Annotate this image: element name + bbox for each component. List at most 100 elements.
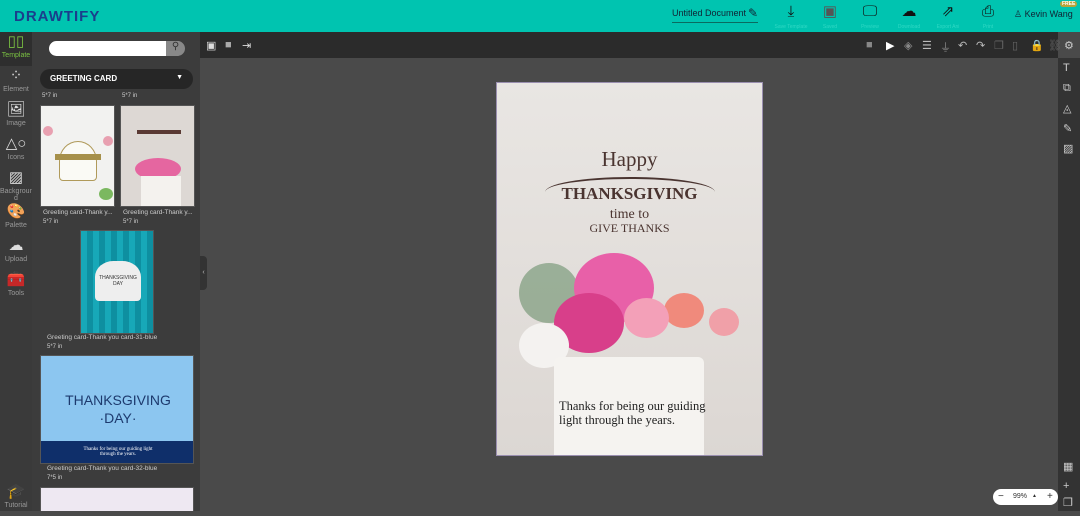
grid-icon[interactable]: ▦	[1063, 460, 1073, 473]
document-title: Untitled Document	[672, 8, 747, 18]
zoom-in-button[interactable]: +	[1047, 491, 1053, 502]
rail-tools[interactable]: 🧰 Tools	[0, 270, 32, 304]
template-size: 5*7 in	[42, 93, 58, 99]
rail-label: Palette	[5, 222, 27, 229]
fill-tool-icon[interactable]: ◬	[1063, 102, 1071, 115]
template-thumbnail[interactable]	[120, 105, 195, 207]
rail-label: Tutorial	[4, 502, 28, 509]
rail-label: Tools	[7, 290, 25, 297]
canvas-toolbar: ▣ ■ ⇥ ■ ▶ ◈ ☰ ⏚ ↶ ↷ ❐ ▯ 🔒 ⛓ ⚙	[200, 32, 1074, 58]
template-panel: ⚲ GREETING CARD ▼ 5*7 in 5*7 in Greeting …	[32, 32, 200, 511]
card-thanksgiving-text[interactable]: THANKSGIVING	[497, 184, 762, 204]
image-tool-icon[interactable]: ▨	[1063, 142, 1073, 155]
shapes-tool-icon[interactable]: ⧉	[1063, 82, 1071, 95]
redo-icon[interactable]: ↷	[976, 39, 985, 52]
design-canvas[interactable]: Happy THANKSGIVING time to GIVE THANKS T…	[496, 82, 763, 456]
lock-icon[interactable]: 🔒	[1030, 39, 1044, 52]
thumb-title: THANKSGIVING	[65, 392, 171, 408]
user-name: Kevin Wang	[1024, 9, 1073, 19]
thumb-sub: ·DAY·	[99, 410, 137, 426]
play-icon[interactable]: ▶	[886, 39, 894, 52]
category-dropdown[interactable]: GREETING CARD ▼	[40, 69, 193, 89]
pencil-icon[interactable]: ✎	[748, 6, 758, 20]
image-icon: 🖼	[6, 101, 26, 118]
pages-icon[interactable]: ❐	[1063, 496, 1073, 509]
collapse-panel-handle[interactable]: ‹	[200, 256, 207, 290]
category-label: GREETING CARD	[50, 74, 118, 83]
upload-icon: ☁	[8, 237, 24, 254]
user-menu[interactable]: ♙ Kevin Wang	[1014, 9, 1073, 20]
search-input[interactable]	[49, 41, 184, 56]
rail-label: Upload	[4, 256, 28, 263]
template-size: 5*7 in	[43, 219, 59, 225]
delete-icon[interactable]: ▯	[1012, 39, 1018, 52]
group-icon[interactable]: ⏚	[940, 39, 951, 55]
template-thumbnail[interactable]: THANKSGIVING DAY	[80, 230, 154, 334]
pen-tool-icon[interactable]: ✎	[1063, 122, 1072, 135]
thumb-message: Thanks for being our guiding light throu…	[41, 441, 193, 463]
text-tool-icon[interactable]: T	[1063, 62, 1070, 74]
palette-icon: 🎨	[6, 203, 26, 220]
card-happy-text[interactable]: Happy	[497, 147, 762, 172]
background-color-icon[interactable]: ■	[225, 39, 232, 51]
template-thumbnail[interactable]: THANKSGIVING ·DAY· Thanks for being our …	[40, 355, 194, 464]
card-message-line: Thanks for being our guiding	[559, 399, 706, 413]
zoom-value[interactable]: 99%	[1013, 493, 1027, 500]
print-button[interactable]: ⎙ Print	[963, 3, 1013, 31]
template-caption: Greeting card-Thank you card-31-blue	[47, 334, 158, 341]
background-icon: ▨	[8, 169, 24, 186]
thumb-sub: DAY	[113, 281, 123, 287]
rail-upload[interactable]: ☁ Upload	[0, 236, 32, 270]
tools-icon: 🧰	[6, 271, 26, 288]
template-caption: Greeting card-Thank y...	[123, 209, 193, 216]
right-rail: T ⧉ ◬ ✎ ▨ ▦ + ❐	[1058, 58, 1080, 511]
rail-background[interactable]: ▨ Backgroun d	[0, 168, 33, 202]
layers-icon[interactable]: ◈	[904, 39, 912, 52]
zoom-control: − 99% ▲ +	[993, 489, 1058, 505]
link-icon[interactable]: ⛓	[1048, 39, 1062, 52]
rail-label: Icons	[7, 154, 25, 161]
free-badge: FREE	[1060, 1, 1078, 7]
video-icon[interactable]: ■	[866, 39, 873, 51]
top-bar: DRAWTIFY Untitled Document ✎ ⤓ Save Templa…	[0, 0, 1080, 32]
template-size: 7*5 in	[47, 475, 63, 481]
zoom-out-button[interactable]: −	[998, 491, 1004, 502]
template-size: 5*7 in	[47, 344, 63, 350]
print-icon: ⎙	[981, 3, 994, 20]
rail-image[interactable]: 🖼 Image	[0, 100, 32, 134]
card-give-thanks-text[interactable]: GIVE THANKS	[497, 221, 762, 236]
template-thumbnail[interactable]	[40, 105, 115, 207]
left-rail: ▯▯ Template ⁘ Element 🖼 Image △○ Icons ▨ Back…	[0, 32, 33, 511]
settings-icon[interactable]: ⚙	[1064, 39, 1074, 52]
fit-icon[interactable]: ▣	[206, 39, 216, 52]
element-icon: ⁘	[9, 67, 23, 84]
rail-label: Image	[6, 120, 26, 127]
template-caption: Greeting card-Thank y...	[43, 209, 113, 216]
align-icon[interactable]: ☰	[922, 39, 932, 52]
search-icon: ⚲	[171, 41, 180, 52]
search-button[interactable]: ⚲	[166, 41, 185, 56]
undo-icon[interactable]: ↶	[958, 39, 967, 52]
card-message[interactable]: Thanks for being our guiding light throug…	[559, 399, 706, 427]
rail-element[interactable]: ⁘ Element	[0, 66, 32, 100]
template-thumbnail[interactable]	[40, 487, 194, 511]
import-icon[interactable]: ⇥	[242, 39, 251, 52]
template-icon: ▯▯	[7, 33, 25, 50]
rail-icons[interactable]: △○ Icons	[0, 134, 32, 168]
template-size: 5*7 in	[123, 219, 139, 225]
rail-template[interactable]: ▯▯ Template	[0, 32, 32, 66]
template-size: 5*7 in	[122, 93, 138, 99]
template-caption: Greeting card-Thank you card-32-blue	[47, 465, 158, 472]
rail-label: Element	[3, 86, 29, 93]
logo: DRAWTIFY	[14, 8, 101, 25]
tutorial-icon: 🎓	[6, 483, 26, 500]
rail-label: Template	[1, 52, 31, 59]
icons-icon: △○	[5, 135, 27, 152]
document-title-input[interactable]: Untitled Document ✎	[672, 6, 758, 23]
add-page-icon[interactable]: +	[1063, 480, 1069, 492]
copy-icon[interactable]: ❐	[994, 39, 1004, 52]
caret-down-icon: ▼	[176, 74, 183, 81]
zoom-caret-icon[interactable]: ▲	[1032, 493, 1037, 499]
rail-palette[interactable]: 🎨 Palette	[0, 202, 32, 236]
button-label: Print	[982, 24, 994, 30]
